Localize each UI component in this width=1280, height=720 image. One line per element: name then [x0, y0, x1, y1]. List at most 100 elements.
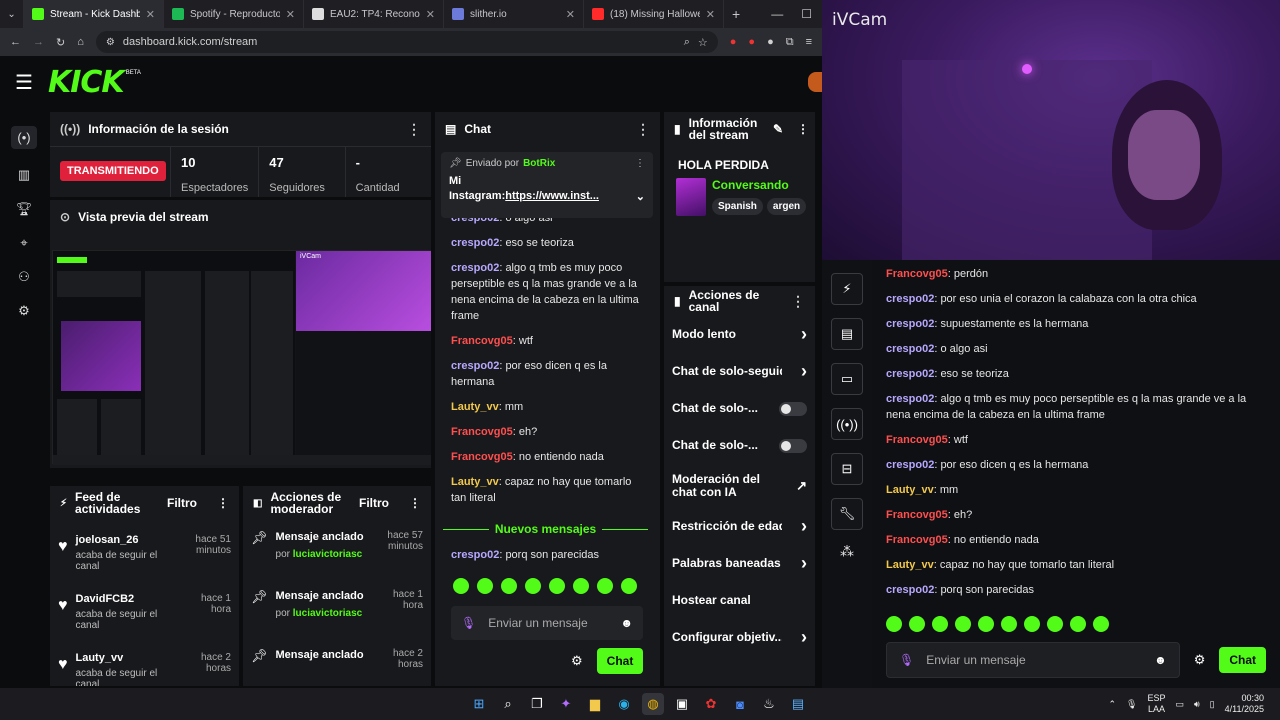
stream-info-menu-icon[interactable]: ⋮ — [797, 122, 809, 136]
mod-action-item[interactable]: 📌︎ Mensaje anclado por luciavictoriasc hace… — [243, 583, 431, 642]
popout-emote-6[interactable] — [1001, 616, 1017, 632]
start-icon[interactable]: ⊞ — [468, 693, 490, 715]
chat-username[interactable]: crespo02 — [451, 360, 499, 372]
maximize-icon[interactable]: ☐ — [801, 7, 812, 21]
feed-user[interactable]: joelosan_26 — [76, 534, 162, 546]
tab-close-icon[interactable]: ✕ — [286, 8, 295, 21]
chat-username[interactable]: Francovg05 — [451, 426, 513, 438]
forward-icon[interactable]: → — [33, 36, 44, 48]
site-info-icon[interactable]: ⚙ — [106, 37, 115, 48]
feed-item[interactable]: ♥ DavidFCB2 acaba de seguir el canal hace 1… — [50, 587, 239, 646]
channel-action-item[interactable]: Restricción de edad › — [664, 508, 815, 545]
chat-username[interactable]: Francovg05 — [451, 451, 513, 463]
tab-close-icon[interactable]: ✕ — [566, 8, 575, 21]
chat-bubble-icon[interactable]: ▭ — [831, 363, 863, 395]
popout-emote-4[interactable] — [955, 616, 971, 632]
emote-6[interactable] — [573, 578, 589, 594]
popout-chat-message-list[interactable]: Francovg05: perdón crespo02: por eso unia… — [886, 266, 1266, 612]
chat-username[interactable]: crespo02 — [886, 318, 934, 330]
feed-item[interactable]: ♥ joelosan_26 acaba de seguir el canal hace… — [50, 528, 239, 587]
notepad-icon[interactable]: ▤ — [787, 693, 809, 715]
game-icon[interactable]: ✿ — [700, 693, 722, 715]
chat-input[interactable]: 🎙︎ Enviar un mensaje ☻ — [451, 606, 643, 640]
category-name[interactable]: Conversando — [712, 178, 806, 192]
preview-video[interactable]: iVCam — [52, 250, 431, 465]
chat-username[interactable]: crespo02 — [451, 262, 499, 274]
zoom-icon[interactable]: ⌕ — [684, 36, 690, 49]
chat-username[interactable]: crespo02 — [451, 237, 499, 249]
channel-action-item[interactable]: Chat de solo-seguid › — [664, 353, 815, 390]
channel-action-item[interactable]: Chat de solo-... — [664, 390, 815, 427]
browser-tab-3[interactable]: slither.io ✕ — [444, 0, 584, 28]
mod-action-item[interactable]: 📌︎ Mensaje anclado por luciavictoriasc hace… — [243, 524, 431, 583]
pinned-menu-icon[interactable]: ⋮ — [635, 158, 645, 169]
edge-icon[interactable]: ◉ — [613, 693, 635, 715]
mod-action-by-user[interactable]: luciavictoriasc — [293, 608, 362, 619]
chat-username[interactable]: crespo02 — [886, 293, 934, 305]
new-tab-button[interactable]: + — [724, 0, 748, 28]
chat-username[interactable]: crespo02 — [886, 368, 934, 380]
emote-1[interactable] — [453, 578, 469, 594]
mod-action-item[interactable]: 📌︎ Mensaje anclado hace 2 horas — [243, 642, 431, 686]
popout-emote-7[interactable] — [1024, 616, 1040, 632]
mod-action-by-user[interactable]: luciavictoriasc — [293, 549, 362, 560]
wrench-icon[interactable]: 🔧︎ — [831, 498, 863, 530]
chat-username[interactable]: Lauty_vv — [886, 484, 934, 496]
bolt-icon[interactable]: ⚡︎ — [831, 273, 863, 305]
emote-5[interactable] — [549, 578, 565, 594]
chat-username[interactable]: Francovg05 — [886, 534, 948, 546]
extension-icon-2[interactable]: ● — [748, 36, 755, 48]
popout-emote-2[interactable] — [909, 616, 925, 632]
chat-latest-user[interactable]: crespo02 — [451, 549, 499, 561]
channel-action-item[interactable]: Palabras baneadas › — [664, 545, 815, 582]
chat-send-button[interactable]: Chat — [597, 648, 643, 674]
popout-mic-icon[interactable]: 🎙︎ — [899, 653, 914, 667]
tray-chevron-icon[interactable]: ⌃ — [1108, 699, 1116, 710]
store-icon[interactable]: ▣ — [671, 693, 693, 715]
chat-username[interactable]: crespo02 — [886, 343, 934, 355]
channel-action-item[interactable]: Hostear canal — [664, 582, 815, 619]
channel-action-item[interactable]: Configurar objetiv... › — [664, 619, 815, 656]
kick-logo[interactable]: KICK — [48, 65, 125, 100]
network-icon[interactable]: ▭ — [1175, 699, 1184, 710]
layout-icon[interactable]: ⊟ — [831, 453, 863, 485]
hamburger-icon[interactable]: ☰ — [0, 70, 48, 95]
battery-icon[interactable]: ▯ — [1210, 699, 1215, 710]
chat-username[interactable]: Francovg05 — [886, 509, 948, 521]
popout-emoji-icon[interactable]: ☻ — [1154, 653, 1167, 667]
channel-actions-menu-icon[interactable]: ⋮ — [791, 293, 805, 310]
emote-8[interactable] — [621, 578, 637, 594]
popout-emote-3[interactable] — [932, 616, 948, 632]
trophy-nav-icon[interactable]: 🏆︎ — [16, 201, 33, 217]
volume-icon[interactable]: 🔊︎ — [1194, 699, 1200, 710]
new-messages-divider[interactable]: Nuevos mensajes — [443, 522, 649, 536]
popout-emote-9[interactable] — [1070, 616, 1086, 632]
popout-emote-10[interactable] — [1093, 616, 1109, 632]
chat-username[interactable]: Francovg05 — [451, 335, 513, 347]
emote-4[interactable] — [525, 578, 541, 594]
toggle-switch[interactable] — [779, 401, 807, 416]
clock[interactable]: 00:30 4/11/2025 — [1225, 693, 1264, 715]
session-menu-icon[interactable]: ⋮ — [407, 121, 421, 138]
feed-filter-button[interactable]: Filtro — [167, 496, 197, 510]
channel-action-item[interactable]: Chat de solo-... — [664, 427, 815, 464]
chat-username[interactable]: Lauty_vv — [886, 559, 934, 571]
channel-action-item[interactable]: Modo lento › — [664, 316, 815, 353]
browser-tab-1[interactable]: Spotify - Reproductor web ✕ — [164, 0, 304, 28]
tray-mic-icon[interactable]: 🎙︎ — [1126, 699, 1137, 710]
feed-user[interactable]: DavidFCB2 — [76, 593, 162, 605]
stream-tag[interactable]: argen — [766, 198, 807, 215]
community-nav-icon[interactable]: ⚇ — [18, 269, 30, 285]
browser-tab-0[interactable]: Stream - Kick Dashboard ✕ — [24, 0, 164, 28]
pinned-message[interactable]: 📌︎ Enviado por BotRix ⋮ Mi Instagram:htt… — [441, 152, 653, 218]
mod-filter-button[interactable]: Filtro — [359, 496, 389, 510]
chat-username[interactable]: crespo02 — [886, 584, 934, 596]
feed-menu-icon[interactable]: ⋮ — [217, 496, 229, 510]
reload-icon[interactable]: ↻ — [56, 36, 65, 49]
app-icon[interactable]: ◙ — [729, 693, 751, 715]
language-indicator[interactable]: ESP LAA — [1147, 693, 1165, 715]
tab-list-button[interactable]: ⌄ — [0, 0, 24, 28]
chat-message-list[interactable]: crespo02: o algo asi crespo02: eso se teo… — [451, 210, 647, 562]
extension-icon[interactable]: ● — [730, 36, 737, 48]
emoji-icon[interactable]: ☻ — [620, 616, 633, 630]
